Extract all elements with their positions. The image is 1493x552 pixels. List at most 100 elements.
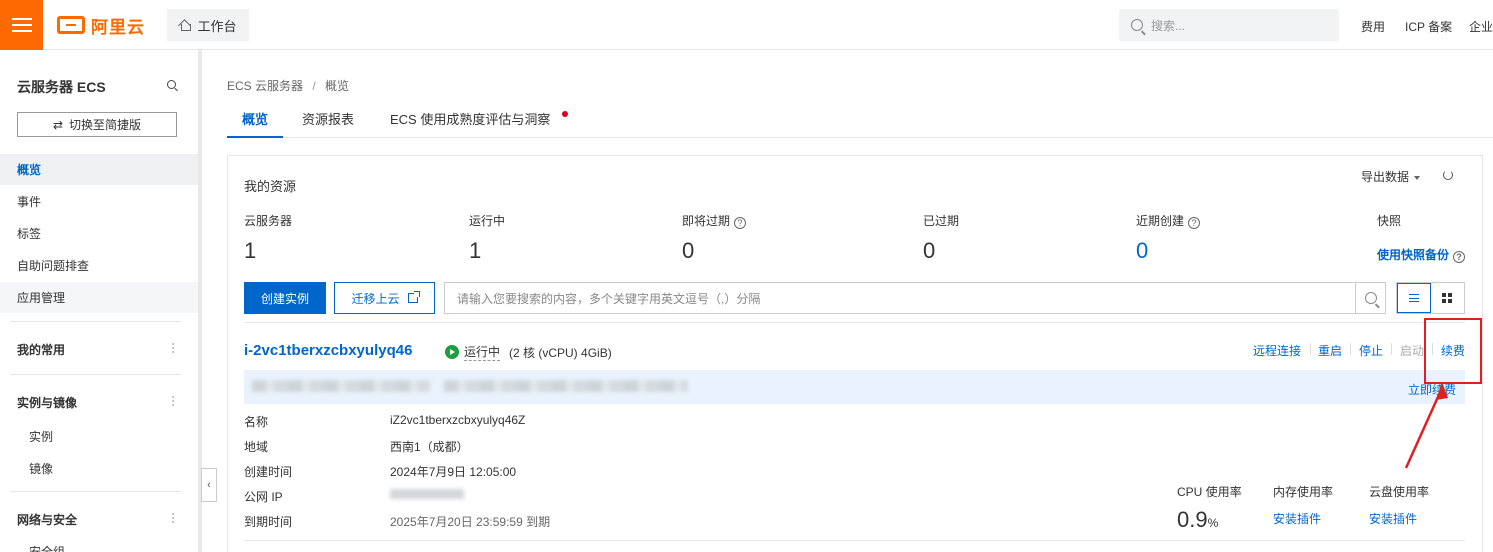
detail-value-region: 西南1（成都） [390,440,469,454]
workbench-button[interactable]: 工作台 [167,9,249,41]
stat-value-recent[interactable]: 0 [1136,238,1148,264]
sidebar-item-label: 概览 [17,163,42,177]
cpu-value: 0.9 [1177,507,1208,532]
switch-label: 切换至简捷版 [69,118,142,132]
stat-value-servers[interactable]: 1 [244,238,256,264]
list-view-button[interactable] [1397,283,1431,313]
remote-connect-link[interactable]: 远程连接 [1253,342,1301,359]
action-separator [1310,343,1311,355]
top-link-fees[interactable]: 费用 [1361,18,1385,35]
view-toggle [1396,282,1465,314]
stat-label-text: 近期创建 [1136,214,1185,228]
instance-id-link[interactable]: i-2vc1tberxzcbxyulyq46 [244,342,412,359]
aliyun-logo[interactable]: 阿里云 [57,14,145,37]
sidebar-item-label: 标签 [17,227,42,241]
card-view-button[interactable] [1431,283,1464,313]
search-icon [1365,292,1377,304]
sidebar-item-troubleshoot[interactable]: 自助问题排查 [0,250,198,281]
top-link-enterprise[interactable]: 企业 [1469,18,1493,35]
caret-down-icon [1414,175,1421,180]
divider [244,322,1465,323]
sidebar-item-instances[interactable]: 实例 [29,428,53,445]
instance-filter-input[interactable]: 请输入您要搜索的内容，多个关键字用英文逗号（,）分隔 [444,282,1386,314]
global-search-input[interactable]: 搜索... [1119,9,1339,41]
help-icon[interactable]: ? [1188,217,1201,229]
annotation-arrow [1404,382,1448,469]
search-icon [1131,19,1143,31]
detail-label-name: 名称 [244,415,269,429]
breadcrumb-overview: 概览 [325,79,350,93]
metric-value-cpu: 0.9% [1177,507,1218,533]
grid-icon [1442,293,1453,303]
detail-value-created: 2024年7月9日 12:05:00 [390,465,517,479]
more-icon[interactable]: ··· [167,512,181,524]
export-data-dropdown[interactable]: 导出数据 [1361,168,1421,185]
snapshot-link-text: 使用快照备份 [1377,248,1450,262]
sidebar-group-network-security[interactable]: 网络与安全 [17,511,77,528]
help-icon[interactable]: ? [1453,251,1466,263]
use-snapshot-backup-link[interactable]: 使用快照备份? [1377,246,1466,263]
filter-search-button[interactable] [1355,282,1386,314]
stop-link[interactable]: 停止 [1359,342,1383,359]
top-link-icp[interactable]: ICP 备案 [1405,18,1452,35]
tab-bar: 概览 资源报表 ECS 使用成熟度评估与洞察 [227,109,1493,138]
migrate-to-cloud-button[interactable]: 迁移上云 [334,282,435,314]
brand-name: 阿里云 [91,17,145,37]
create-instance-button[interactable]: 创建实例 [244,282,326,314]
running-icon [445,345,459,359]
breadcrumb-separator: / [312,79,316,93]
start-link: 启动 [1400,344,1425,358]
install-plugin-disk-link[interactable]: 安装插件 [1369,510,1417,527]
sidebar-item-security-group[interactable]: 安全组 [29,543,65,552]
sidebar-item-images[interactable]: 镜像 [29,460,53,477]
sidebar-divider [10,374,181,375]
migrate-label: 迁移上云 [351,291,400,306]
divider [244,540,1465,541]
stat-value-expiring[interactable]: 0 [682,238,694,264]
tab-resource-report[interactable]: 资源报表 [302,109,354,138]
search-placeholder: 搜索... [1151,18,1186,33]
switch-simple-mode-button[interactable]: ⇄ 切换至简捷版 [17,112,177,137]
resources-title: 我的资源 [244,179,297,194]
action-separator [1391,343,1392,355]
sidebar-item-app-management[interactable]: 应用管理 [0,282,198,313]
action-separator [1350,343,1351,355]
tab-overview[interactable]: 概览 [227,109,284,138]
sidebar-item-events[interactable]: 事件 [0,186,198,217]
stat-label-snapshot: 快照 [1377,214,1402,228]
top-bar: 阿里云 工作台 搜索... 费用 ICP 备案 企业 [0,0,1493,50]
sidebar-group-instances-images[interactable]: 实例与镜像 [17,394,77,411]
metric-label-disk: 云盘使用率 [1369,485,1430,499]
stat-label-servers: 云服务器 [244,214,293,228]
sidebar-search-icon[interactable] [167,80,176,89]
breadcrumb-ecs[interactable]: ECS 云服务器 [227,79,303,93]
instance-status: 运行中 (2 核 (vCPU) 4GiB) [445,343,612,361]
help-icon[interactable]: ? [734,217,747,229]
sidebar-group-favorites[interactable]: 我的常用 [17,341,65,358]
stat-label-text: 即将过期 [682,214,731,228]
sidebar-item-label: 事件 [17,195,42,209]
more-icon[interactable]: ··· [167,395,181,407]
detail-label-region: 地域 [244,440,269,454]
stat-value-running[interactable]: 1 [469,238,481,264]
chevron-left-icon: ‹ [207,479,211,491]
stat-value-expired[interactable]: 0 [923,238,935,264]
install-plugin-memory-link[interactable]: 安装插件 [1273,510,1321,527]
redacted-text [444,380,688,392]
metric-label-memory: 内存使用率 [1273,485,1334,499]
sidebar-item-tags[interactable]: 标签 [0,218,198,249]
sidebar-item-overview[interactable]: 概览 [0,154,198,185]
menu-icon[interactable] [0,0,43,50]
tab-maturity-assessment[interactable]: ECS 使用成熟度评估与洞察 [390,109,550,138]
refresh-icon[interactable] [1443,170,1453,180]
sidebar-item-label: 自助问题排查 [17,259,90,273]
detail-label-expiry: 到期时间 [244,515,293,529]
detail-value-expiry: 2025年7月20日 23:59:59 到期 [390,515,551,529]
collapse-sidebar-button[interactable]: ‹ [201,468,217,502]
swap-icon: ⇄ [52,117,64,132]
redacted-text [252,380,430,392]
restart-link[interactable]: 重启 [1318,342,1342,359]
sidebar-divider [10,321,181,322]
more-icon[interactable]: ··· [167,342,181,354]
filter-placeholder: 请输入您要搜索的内容，多个关键字用英文逗号（,）分隔 [457,291,761,306]
